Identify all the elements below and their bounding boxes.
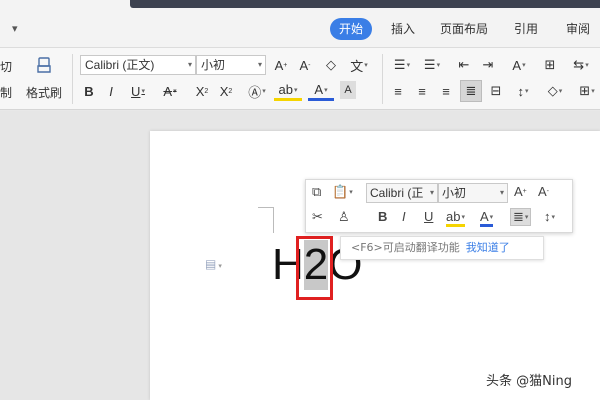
text-direction-icon[interactable]: A ▾ <box>506 55 532 75</box>
tab-home[interactable]: 开始 <box>330 18 373 40</box>
strikethrough-icon[interactable]: A ▾ <box>158 81 182 101</box>
watermark: 头条 @猫Ning <box>486 374 572 389</box>
translate-tooltip: <F6>可启动翻译功能 我知道了 <box>340 236 544 260</box>
line-spacing-icon[interactable]: ↕ ▾ <box>510 81 536 101</box>
format-painter-button[interactable]: 格式刷 <box>26 84 62 101</box>
italic-icon[interactable]: I <box>104 81 118 101</box>
font-size-combo[interactable]: 小初 ▾ <box>196 55 266 75</box>
mini-font-name-value: Calibri (正 <box>370 186 424 200</box>
font-name-value: Calibri (正文) <box>85 58 155 72</box>
font-color-icon[interactable]: A ▾ <box>480 209 494 227</box>
increase-indent-icon[interactable]: ⇥ <box>478 55 498 75</box>
bold-icon[interactable]: B <box>82 81 96 101</box>
mini-font-name-combo[interactable]: Calibri (正 ▾ <box>366 183 438 203</box>
title-bar-dark <box>130 0 600 8</box>
margin-corner-mark <box>258 207 274 233</box>
shrink-font-icon[interactable]: A- <box>538 184 549 199</box>
mini-font-size-value: 小初 <box>442 186 467 200</box>
quick-access-caret-icon[interactable]: ▾ <box>12 22 18 35</box>
align-right-icon[interactable]: ≡ <box>436 81 456 101</box>
ribbon-home: 剪切 复制 格式刷 Calibri (正文) ▾ 小初 ▾ A+ A- ◇ 文▾ B… <box>0 48 600 110</box>
ribbon-tab-row: ▾ 开始 插入 页面布局 引用 审阅 <box>0 10 600 48</box>
chevron-down-icon: ▾ <box>429 188 434 197</box>
shading-icon[interactable]: ◇ ▾ <box>542 81 568 101</box>
font-size-value: 小初 <box>201 58 226 72</box>
superscript-icon[interactable]: X2 <box>192 81 212 101</box>
borders-icon[interactable]: ⊞ ▾ <box>574 81 600 101</box>
grow-font-icon[interactable]: A + <box>514 184 527 199</box>
tab-insert[interactable]: 插入 <box>385 18 421 40</box>
copy-button[interactable]: 复制 <box>0 84 12 101</box>
clear-format-icon[interactable]: ◇ <box>322 55 340 75</box>
highlight-icon[interactable]: ab ▾ <box>274 81 302 101</box>
paragraph-handle-icon[interactable]: ▤ ▾ <box>205 257 222 271</box>
distributed-icon[interactable]: ⊟ <box>486 81 506 101</box>
format-painter-icon[interactable]: ♙ <box>338 209 350 225</box>
tab-page-layout[interactable]: 页面布局 <box>434 18 494 40</box>
justify-icon[interactable]: ≣ <box>460 80 482 102</box>
tab-references[interactable]: 引用 <box>508 18 544 40</box>
align-left-icon[interactable]: ≡ <box>388 81 408 101</box>
highlight-icon[interactable]: ab ▾ <box>446 209 465 227</box>
justify-icon[interactable]: ≣ ▾ <box>510 208 532 226</box>
text-effect-icon[interactable]: Ⓐ ▾ <box>244 81 270 101</box>
cut-icon[interactable]: ✂ <box>312 209 323 225</box>
char-shading-icon[interactable]: A <box>340 81 356 99</box>
grow-font-icon[interactable]: A + <box>272 55 290 75</box>
tooltip-dismiss-link[interactable]: 我知道了 <box>466 241 510 254</box>
tooltip-hint: <F6>可启动翻译功能 <box>351 241 460 254</box>
title-bar <box>0 0 600 10</box>
ribbon-separator <box>72 54 73 104</box>
mini-toolbar: ⧉ 📋 ▾ Calibri (正 ▾ 小初 ▾ A + A- ✂ ♙ B I U ab ▾… <box>305 179 573 233</box>
format-painter-icon[interactable] <box>32 54 56 78</box>
bold-icon[interactable]: B <box>378 209 387 224</box>
numbered-list-icon[interactable]: ☰ ▾ <box>420 55 444 75</box>
copy-icon[interactable]: ⧉ <box>312 184 321 200</box>
sort-icon[interactable]: ⇆ ▾ <box>566 55 596 75</box>
chevron-down-icon: ▾ <box>257 60 262 69</box>
font-color-icon[interactable]: A ▾ <box>308 81 334 101</box>
chevron-down-icon: ▾ <box>499 188 504 197</box>
paste-icon[interactable]: 📋 ▾ <box>332 184 353 200</box>
chinese-layout-icon[interactable]: ⊞ <box>540 55 560 75</box>
tab-review[interactable]: 审阅 <box>560 18 596 40</box>
underline-icon[interactable]: U ▾ <box>126 81 150 101</box>
font-name-combo[interactable]: Calibri (正文) ▾ <box>80 55 196 75</box>
underline-icon[interactable]: U <box>424 209 433 224</box>
mini-font-size-combo[interactable]: 小初 ▾ <box>438 183 508 203</box>
bullet-list-icon[interactable]: ☰ ▾ <box>390 55 414 75</box>
subscript-icon[interactable]: X2 <box>216 81 236 101</box>
line-spacing-icon[interactable]: ↕ ▾ <box>544 209 555 224</box>
phonetic-guide-icon[interactable]: 文 ▾ <box>348 55 370 75</box>
chevron-down-icon: ▾ <box>187 60 192 69</box>
ribbon-separator <box>382 54 383 104</box>
cut-button[interactable]: 剪切 <box>0 58 12 75</box>
decrease-indent-icon[interactable]: ⇤ <box>454 55 474 75</box>
highlight-box <box>296 236 333 300</box>
align-center-icon[interactable]: ≡ <box>412 81 432 101</box>
italic-icon[interactable]: I <box>402 209 406 224</box>
shrink-font-icon[interactable]: A- <box>296 55 314 75</box>
